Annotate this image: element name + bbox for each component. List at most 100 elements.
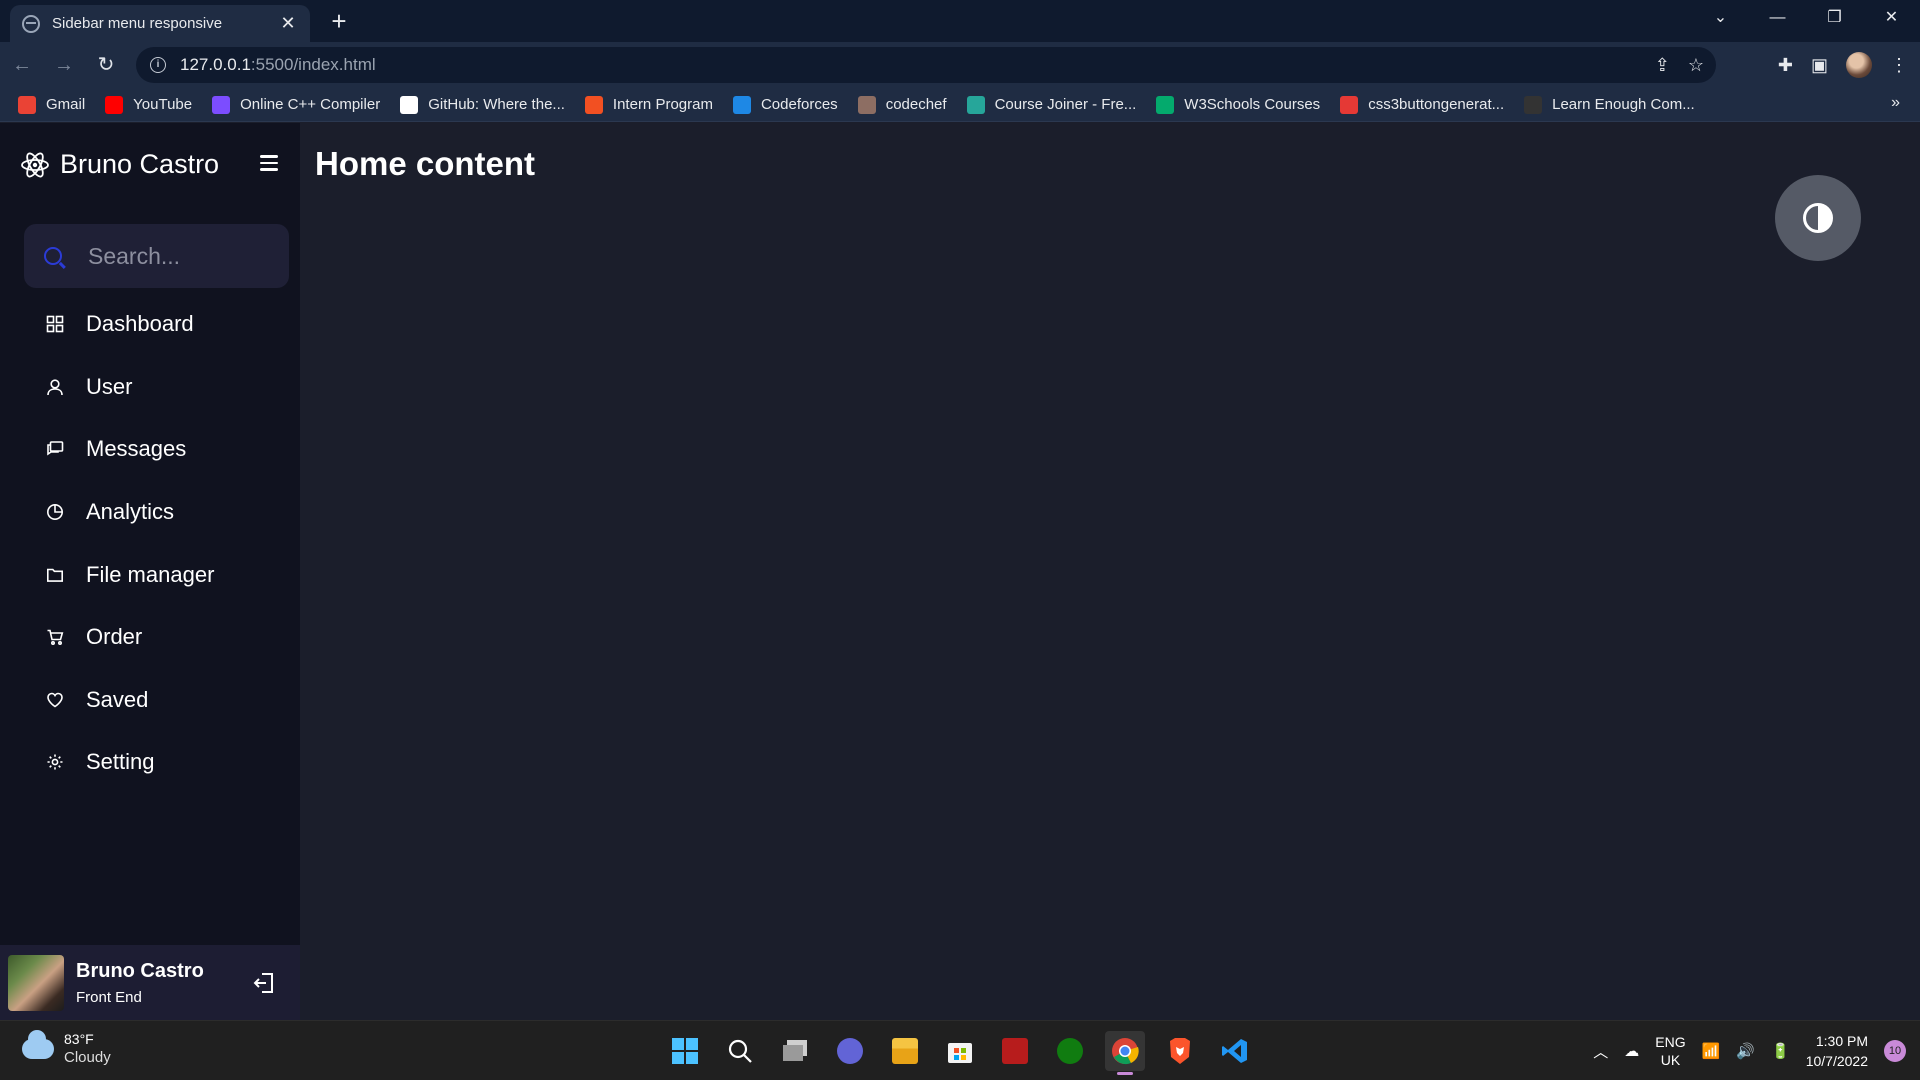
browser-profile-avatar[interactable] <box>1846 52 1872 78</box>
side-panel-icon[interactable]: ▣ <box>1811 55 1828 76</box>
search-taskbar-icon[interactable] <box>720 1031 760 1071</box>
minimize-button[interactable]: — <box>1749 0 1806 36</box>
browser-tab-strip: Sidebar menu responsive ✕ + ⌄ — ❐ ✕ <box>0 0 1920 42</box>
browser-tab-active[interactable]: Sidebar menu responsive ✕ <box>10 5 310 42</box>
wifi-icon[interactable]: 📶 <box>1702 1042 1721 1060</box>
bookmark-label: codechef <box>885 96 947 113</box>
bookmark-label: YouTube <box>133 96 193 113</box>
xbox-icon[interactable] <box>1050 1031 1090 1071</box>
share-icon[interactable]: ⇪ <box>1655 55 1670 76</box>
hamburger-menu-icon[interactable] <box>260 155 280 171</box>
profile-details: Bruno Castro Front End <box>76 960 204 1006</box>
extensions-icon[interactable]: ✚ <box>1778 55 1793 76</box>
sidebar-item-file-manager[interactable]: File manager <box>0 543 300 606</box>
bookmark-item[interactable]: Codeforces <box>732 95 838 114</box>
battery-icon[interactable]: 🔋 <box>1771 1042 1790 1060</box>
search-input[interactable] <box>88 242 258 270</box>
bookmark-item[interactable]: GitHub: Where the... <box>400 95 565 114</box>
sidebar-search[interactable] <box>24 224 289 288</box>
bookmark-star-icon[interactable]: ☆ <box>1688 55 1704 76</box>
profile-name: Bruno Castro <box>76 959 204 982</box>
notification-badge[interactable]: 10 <box>1884 1040 1906 1062</box>
compiler-icon <box>212 95 231 114</box>
bookmark-label: Course Joiner - Fre... <box>994 96 1137 113</box>
bookmark-item[interactable]: codechef <box>857 95 947 114</box>
learnenough-icon <box>1524 95 1543 114</box>
bookmark-label: Online C++ Compiler <box>240 96 381 113</box>
restore-button[interactable]: ❐ <box>1806 0 1863 36</box>
sidebar-item-dashboard[interactable]: Dashboard <box>0 293 300 356</box>
language-indicator[interactable]: ENG UK <box>1655 1033 1685 1069</box>
game-app-icon[interactable] <box>995 1031 1035 1071</box>
url-path: :5500/index.html <box>250 55 376 74</box>
bookmarks-bar: Gmail YouTube Online C++ Compiler GitHub: W… <box>0 88 1920 122</box>
microsoft-icon <box>584 95 603 114</box>
close-window-button[interactable]: ✕ <box>1863 0 1920 36</box>
sidebar-item-label: Messages <box>86 436 187 462</box>
clock[interactable]: 1:30 PM 10/7/2022 <box>1806 1031 1868 1071</box>
analytics-icon <box>44 501 66 523</box>
system-tray: ︿ ☁ ENG UK 📶 🔊 🔋 1:30 PM 10/7/2022 10 <box>1593 1021 1906 1080</box>
vscode-icon[interactable] <box>1215 1031 1255 1071</box>
sidebar-item-label: Saved <box>86 686 149 712</box>
bookmark-label: Learn Enough Com... <box>1552 96 1695 113</box>
start-menu-icon[interactable] <box>665 1031 705 1071</box>
sidebar-item-saved[interactable]: Saved <box>0 669 300 732</box>
theme-toggle-button[interactable] <box>1775 175 1861 261</box>
sidebar-item-order[interactable]: Order <box>0 606 300 669</box>
bookmark-item[interactable]: YouTube <box>105 95 193 114</box>
site-info-icon[interactable]: i <box>150 57 166 73</box>
bookmark-label: W3Schools Courses <box>1184 96 1321 113</box>
tab-close-icon[interactable]: ✕ <box>278 13 298 34</box>
sidebar-item-setting[interactable]: Setting <box>0 731 300 794</box>
microsoft-store-icon[interactable] <box>940 1031 980 1071</box>
onedrive-icon[interactable]: ☁ <box>1624 1042 1639 1060</box>
language-code: ENG <box>1655 1034 1686 1050</box>
weather-condition: Cloudy <box>64 1049 111 1066</box>
profile-role: Front End <box>76 988 142 1006</box>
css3-icon <box>1340 95 1359 114</box>
sidebar-item-label: File manager <box>86 561 215 587</box>
brave-icon[interactable] <box>1160 1031 1200 1071</box>
bookmark-item[interactable]: Online C++ Compiler <box>212 95 381 114</box>
globe-icon <box>22 14 40 33</box>
bookmark-item[interactable]: W3Schools Courses <box>1156 95 1321 114</box>
forward-button[interactable]: → <box>44 45 84 85</box>
sidebar-item-messages[interactable]: Messages <box>0 418 300 481</box>
sidebar-item-user[interactable]: User <box>0 356 300 419</box>
dashboard-icon <box>44 313 66 335</box>
clock-time: 1:30 PM <box>1815 1033 1868 1049</box>
file-explorer-icon[interactable] <box>885 1031 925 1071</box>
address-bar[interactable]: i 127.0.0.1:5500/index.html ⇪ ☆ <box>136 47 1716 83</box>
weather-widget[interactable]: 83°F Cloudy <box>22 1029 111 1066</box>
bookmark-item[interactable]: Intern Program <box>584 95 713 114</box>
bookmark-label: css3buttongenerat... <box>1368 96 1505 113</box>
task-view-icon[interactable] <box>775 1031 815 1071</box>
tab-search-icon[interactable]: ⌄ <box>1692 0 1749 36</box>
cart-icon <box>44 626 66 648</box>
taskbar-apps <box>665 1031 1255 1075</box>
tray-overflow-icon[interactable]: ︿ <box>1593 1041 1608 1062</box>
avatar <box>8 954 64 1011</box>
bookmarks-overflow-icon[interactable]: » <box>1891 94 1900 112</box>
back-button[interactable]: ← <box>2 45 42 85</box>
messages-icon <box>44 438 66 460</box>
atom-logo-icon <box>21 152 49 177</box>
folder-icon <box>44 564 66 586</box>
bookmark-item[interactable]: Learn Enough Com... <box>1524 95 1695 114</box>
clock-date: 10/7/2022 <box>1805 1053 1868 1069</box>
os-taskbar: 83°F Cloudy ︿ ☁ ENG UK 📶 🔊 🔋 1:30 PM 10/… <box>0 1020 1920 1080</box>
reload-button[interactable]: ↻ <box>86 45 126 85</box>
teams-chat-icon[interactable] <box>830 1031 870 1071</box>
sidebar-item-analytics[interactable]: Analytics <box>0 481 300 544</box>
logout-icon[interactable] <box>252 971 276 995</box>
sidebar: Bruno Castro Dashboard User Messages <box>0 123 300 1020</box>
bookmark-item[interactable]: css3buttongenerat... <box>1340 95 1505 114</box>
bookmark-item[interactable]: Gmail <box>18 95 85 114</box>
window-controls: ⌄ — ❐ ✕ <box>1692 0 1920 36</box>
browser-menu-icon[interactable]: ⋮ <box>1890 55 1908 76</box>
volume-icon[interactable]: 🔊 <box>1736 1042 1755 1060</box>
chrome-icon[interactable] <box>1105 1031 1145 1075</box>
new-tab-button[interactable]: + <box>324 6 354 36</box>
bookmark-item[interactable]: Course Joiner - Fre... <box>966 95 1137 114</box>
